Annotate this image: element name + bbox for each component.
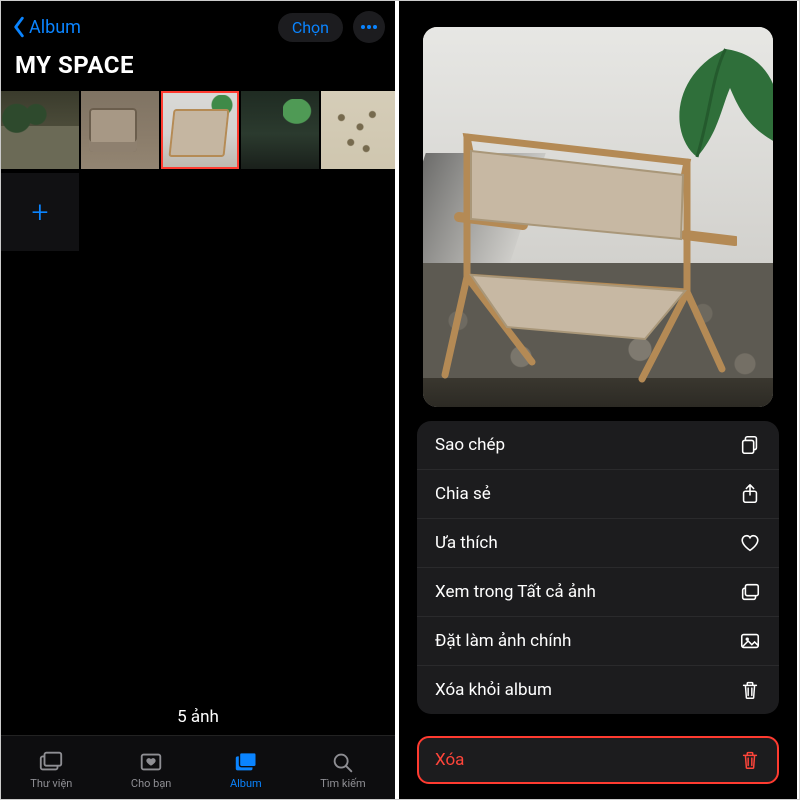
album-title: MY SPACE bbox=[1, 47, 395, 91]
tab-label: Cho bạn bbox=[131, 777, 171, 790]
menu-label: Xóa khỏi album bbox=[435, 680, 552, 700]
preview-photo[interactable] bbox=[423, 27, 773, 407]
foryou-icon bbox=[138, 750, 164, 774]
menu-label: Đặt làm ảnh chính bbox=[435, 631, 571, 651]
menu-favorite[interactable]: Ưa thích bbox=[417, 519, 779, 568]
photo-count: 5 ảnh bbox=[1, 707, 395, 727]
tab-label: Thư viện bbox=[30, 777, 72, 790]
back-label: Album bbox=[29, 17, 81, 38]
menu-share[interactable]: Chia sẻ bbox=[417, 470, 779, 519]
menu-label: Sao chép bbox=[435, 435, 505, 455]
menu-label: Xem trong Tất cả ảnh bbox=[435, 582, 596, 602]
add-photo-button[interactable]: + bbox=[1, 173, 79, 251]
menu-label: Xóa bbox=[435, 750, 464, 770]
context-menu: Sao chép Chia sẻ Ưa thích Xem trong Tất … bbox=[417, 421, 779, 714]
select-button[interactable]: Chọn bbox=[278, 13, 343, 42]
share-icon bbox=[739, 483, 761, 505]
nav-actions: Chọn bbox=[278, 11, 385, 43]
thumbnail[interactable] bbox=[1, 91, 79, 169]
album-screen: Album Chọn MY SPACE + 5 ảnh bbox=[1, 1, 399, 799]
back-button[interactable]: Album bbox=[11, 16, 81, 38]
trash-icon bbox=[739, 749, 761, 771]
thumbnail[interactable] bbox=[81, 91, 159, 169]
trash-icon bbox=[739, 679, 761, 701]
thumbnail[interactable] bbox=[241, 91, 319, 169]
menu-set-key-photo[interactable]: Đặt làm ảnh chính bbox=[417, 617, 779, 666]
tab-foryou[interactable]: Cho bạn bbox=[131, 750, 171, 790]
context-menu-screen: Sao chép Chia sẻ Ưa thích Xem trong Tất … bbox=[399, 1, 797, 799]
heart-icon bbox=[739, 532, 761, 554]
thumbnail-row bbox=[1, 91, 395, 169]
menu-delete[interactable]: Xóa bbox=[417, 736, 779, 784]
menu-remove-from-album[interactable]: Xóa khỏi album bbox=[417, 666, 779, 714]
more-button[interactable] bbox=[353, 11, 385, 43]
menu-copy[interactable]: Sao chép bbox=[417, 421, 779, 470]
tab-search[interactable]: Tìm kiếm bbox=[320, 750, 365, 790]
ellipsis-icon bbox=[360, 24, 378, 30]
menu-label: Chia sẻ bbox=[435, 484, 491, 504]
copy-icon bbox=[739, 434, 761, 456]
chevron-left-icon bbox=[11, 16, 27, 38]
navbar: Album Chọn bbox=[1, 1, 395, 47]
tab-library[interactable]: Thư viện bbox=[30, 750, 72, 790]
library-icon bbox=[38, 750, 64, 774]
thumbnail-selected[interactable] bbox=[161, 91, 239, 169]
chair-icon bbox=[437, 107, 737, 397]
search-icon bbox=[330, 750, 356, 774]
stack-icon bbox=[739, 581, 761, 603]
tab-label: Tìm kiếm bbox=[320, 777, 365, 790]
album-icon bbox=[233, 750, 259, 774]
tab-bar: Thư viện Cho bạn Album bbox=[1, 735, 395, 799]
tab-label: Album bbox=[230, 777, 262, 790]
menu-label: Ưa thích bbox=[435, 533, 498, 553]
image-icon bbox=[739, 630, 761, 652]
tab-album[interactable]: Album bbox=[230, 750, 262, 790]
menu-show-in-all-photos[interactable]: Xem trong Tất cả ảnh bbox=[417, 568, 779, 617]
thumbnail[interactable] bbox=[321, 91, 399, 169]
